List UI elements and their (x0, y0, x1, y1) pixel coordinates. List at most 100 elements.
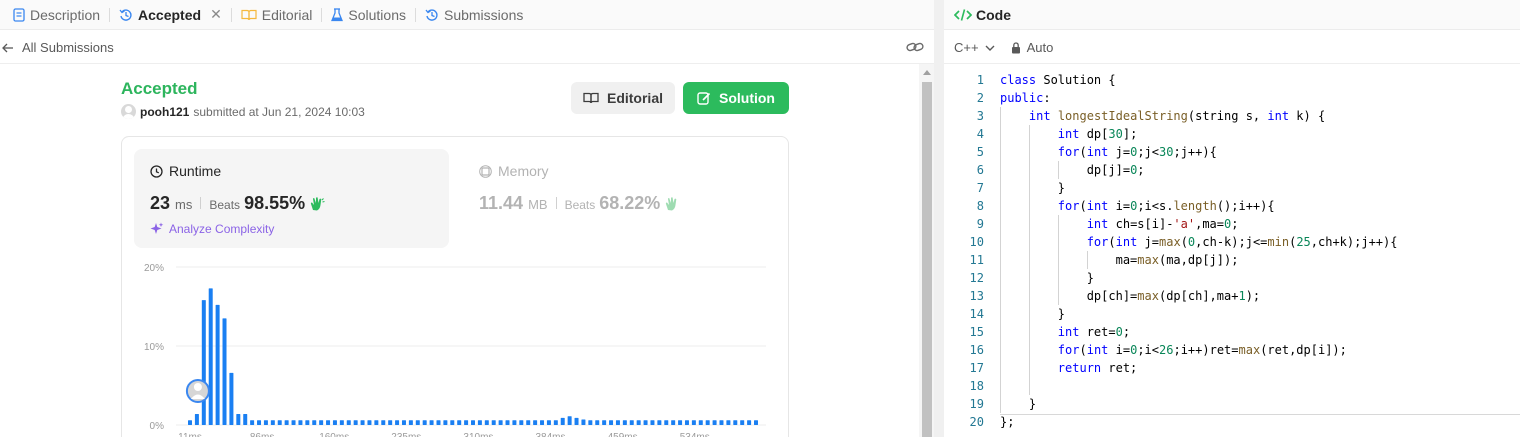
code-line[interactable]: 12 } (944, 269, 1520, 287)
indent-guide (1028, 179, 1030, 197)
chart-bar (188, 420, 192, 425)
chart-bar (719, 420, 724, 425)
chart-bar (691, 420, 696, 425)
avatar[interactable] (121, 104, 136, 119)
close-icon[interactable]: ✕ (210, 6, 222, 23)
code-token: for (1057, 343, 1080, 357)
chart-bar (339, 420, 344, 425)
chart-bar (615, 420, 620, 425)
code-line[interactable]: 16 for(int i=0;i<26;i++)ret=max(ret,dp[i… (944, 341, 1520, 359)
chart-bar (484, 420, 489, 425)
solution-button[interactable]: Solution (683, 82, 789, 114)
submitted-time: submitted at Jun 21, 2024 10:03 (193, 104, 365, 119)
code-token: ret; (1101, 361, 1138, 375)
code-line[interactable]: 9 int ch=s[i]-'a',ma=0; (944, 215, 1520, 233)
code-icon (954, 8, 972, 21)
memory-panel[interactable]: Memory 11.44 MB Beats 68.22% (463, 149, 778, 248)
code-line[interactable]: 10 for(int j=max(0,ch-k);j<=min(25,ch+k)… (944, 233, 1520, 251)
code-line[interactable]: 15 int ret=0; (944, 323, 1520, 341)
all-submissions-link[interactable]: All Submissions (0, 40, 114, 55)
code-editor[interactable]: 1 class Solution { 2 public: 3 int longestId… (944, 71, 1520, 431)
chart-bar (236, 413, 241, 425)
indent-guide (1000, 125, 1001, 143)
x-tick-label: 310ms (463, 432, 493, 437)
chart-bar (684, 420, 689, 425)
chart-bar (491, 420, 496, 425)
tab-submissions[interactable]: Submissions (416, 0, 532, 30)
chart-bar (319, 420, 324, 425)
code-token: ch=s[i]- (1108, 217, 1174, 231)
chart-bar (250, 420, 255, 425)
code-token: j= (1108, 145, 1131, 159)
chart-bar (326, 420, 331, 425)
code-token: s, (1238, 109, 1268, 123)
code-line[interactable]: 18 (944, 377, 1520, 395)
memory-label: Memory (498, 163, 549, 179)
editorial-button[interactable]: Editorial (571, 82, 675, 114)
code-token: length (1173, 199, 1217, 213)
code-token: ;j++){ (1173, 145, 1217, 159)
code-line[interactable]: 6 dp[j]=0; (944, 161, 1520, 179)
tab-description[interactable]: Description (4, 0, 109, 30)
code-line[interactable]: 8 for(int i=0;i<s.length();i++){ (944, 197, 1520, 215)
code-line[interactable]: 2 public: (944, 89, 1520, 107)
code-token: int (1086, 343, 1109, 357)
memory-unit: MB (528, 197, 548, 212)
line-number: 8 (976, 199, 984, 213)
code-text: int longestIdealString(string s, int k) … (1000, 107, 1325, 125)
code-line[interactable]: 11 ma=max(ma,dp[j]); (944, 251, 1520, 269)
code-line[interactable]: 5 for(int j=0;j<30;j++){ (944, 143, 1520, 161)
auto-mode[interactable]: Auto (1011, 40, 1053, 55)
indent-guide (1000, 143, 1001, 161)
language-select[interactable]: C++ (954, 40, 995, 55)
code-token: 30 (1159, 145, 1174, 159)
runtime-panel[interactable]: Runtime 23 ms Beats 98.55% Analyze Compl… (134, 149, 449, 248)
link-icon[interactable] (906, 40, 924, 54)
code-token: ;i++)ret= (1173, 343, 1239, 357)
tab-accepted[interactable]: Accepted ✕ (110, 0, 231, 30)
code-text (1000, 377, 1058, 395)
indent-guide (1000, 251, 1001, 269)
chart-bar (450, 420, 455, 425)
code-line[interactable]: 20}; (944, 413, 1520, 431)
code-text: public: (1000, 89, 1051, 107)
chart-bar (553, 420, 558, 425)
code-text: for(int j=max(0,ch-k);j<=min(25,ch+k);j+… (1000, 233, 1397, 251)
analyze-complexity-link[interactable]: Analyze Complexity (150, 222, 274, 236)
pane-splitter[interactable] (934, 0, 944, 437)
code-line[interactable]: 14 } (944, 305, 1520, 323)
code-line[interactable]: 13 dp[ch]=max(dp[ch],ma+1); (944, 287, 1520, 305)
runtime-label: Runtime (169, 163, 222, 179)
chart-bar (263, 420, 268, 425)
indent-guide (1028, 287, 1030, 305)
code-token: ,ch-k);j<= (1195, 235, 1268, 249)
x-tick-label: 235ms (391, 432, 421, 437)
indent-guide (1028, 305, 1030, 323)
tab-bar: Description Accepted ✕ Editorial Solutio… (0, 0, 934, 30)
clap-icon (666, 196, 677, 210)
line-number: 13 (969, 289, 984, 303)
code-line[interactable]: 3 int longestIdealString(string s, int k… (944, 107, 1520, 125)
tab-editorial[interactable]: Editorial (232, 0, 322, 30)
chart-bar (353, 420, 358, 425)
tab-description-label: Description (30, 6, 101, 23)
chart-bar (208, 288, 213, 425)
code-line[interactable]: 17 return ret; (944, 359, 1520, 377)
tab-solutions-label: Solutions (348, 6, 406, 23)
code-line[interactable]: 4 int dp[30]; (944, 125, 1520, 143)
username-link[interactable]: pooh121 (140, 105, 189, 119)
code-line[interactable]: 7 } (944, 179, 1520, 197)
scrollbar-thumb[interactable] (922, 82, 932, 437)
all-submissions-label: All Submissions (22, 40, 114, 55)
tab-solutions[interactable]: Solutions (322, 0, 415, 30)
code-token: ; (1122, 325, 1131, 339)
chart-bar (498, 420, 503, 425)
chart-bar (678, 420, 683, 425)
history-icon (119, 8, 132, 21)
line-number: 2 (976, 91, 984, 105)
code-line[interactable]: 1 class Solution { (944, 71, 1520, 89)
scroll-up-arrow[interactable] (923, 70, 931, 75)
chart-bar (408, 420, 413, 425)
code-line[interactable]: 19 } (944, 395, 1520, 413)
chart-bar (277, 420, 282, 425)
